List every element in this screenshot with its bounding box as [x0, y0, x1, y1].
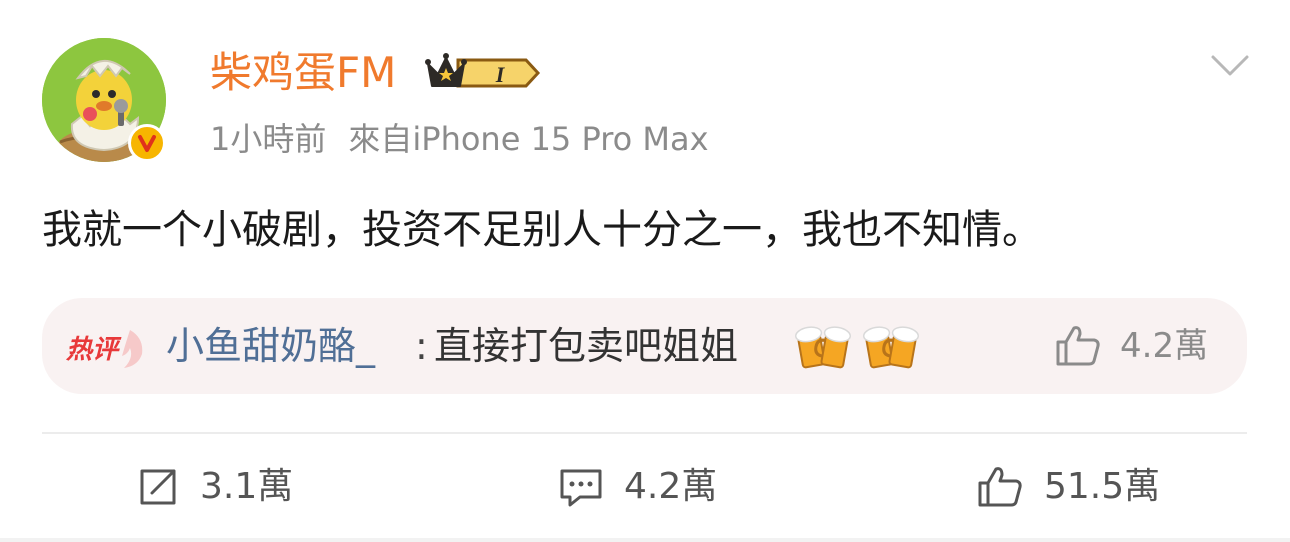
verified-badge	[128, 124, 166, 162]
post-source: 來自iPhone 15 Pro Max	[348, 120, 709, 158]
like-count: 51.5萬	[1044, 466, 1161, 507]
repost-button[interactable]: 3.1萬	[136, 462, 316, 512]
vip-badge[interactable]: I	[424, 52, 542, 94]
beer-cheers-emoji	[862, 326, 920, 369]
hot-comment-text: 直接打包卖吧姐姐	[434, 324, 739, 368]
hot-comment-like-icon[interactable]	[1054, 324, 1102, 368]
hot-comment-colon: :	[415, 324, 428, 368]
vip-level: I	[495, 62, 506, 87]
verified-v-icon	[133, 129, 161, 157]
bottom-divider	[0, 538, 1290, 542]
post-meta: 1小時前 來自iPhone 15 Pro Max	[210, 118, 709, 160]
beer-cheers-emoji	[794, 326, 852, 369]
repost-count: 3.1萬	[200, 466, 294, 507]
comment-button[interactable]: 4.2萬	[558, 462, 748, 512]
post-menu-button[interactable]	[1210, 52, 1250, 80]
hot-comment-tag: 热评	[65, 330, 143, 368]
divider	[42, 432, 1247, 434]
hot-comment[interactable]: 热评 小鱼甜奶酪_ : 直接打包卖吧姐姐 4.2萬	[42, 298, 1247, 394]
comment-icon	[560, 469, 602, 507]
crown-icon: I	[425, 53, 541, 88]
thumbs-up-icon	[978, 467, 1022, 507]
repost-icon	[140, 469, 176, 505]
chevron-down-icon	[1211, 55, 1249, 76]
hot-comment-user[interactable]: 小鱼甜奶酪_	[166, 320, 375, 372]
post-content: 我就一个小破剧，投资不足别人十分之一，我也不知情。	[42, 207, 1042, 253]
hot-comment-tag-label: 热评	[65, 335, 122, 365]
username[interactable]: 柴鸡蛋FM	[210, 47, 396, 99]
weibo-post-card: 柴鸡蛋FM I 1小時前 來自iPhone 15 Pro Max 我就一个小破剧，…	[0, 0, 1290, 542]
hot-comment-like-count: 4.2萬	[1120, 326, 1209, 366]
post-timestamp: 1小時前	[210, 120, 327, 158]
comment-count: 4.2萬	[624, 466, 718, 507]
like-button[interactable]: 51.5萬	[976, 462, 1176, 512]
